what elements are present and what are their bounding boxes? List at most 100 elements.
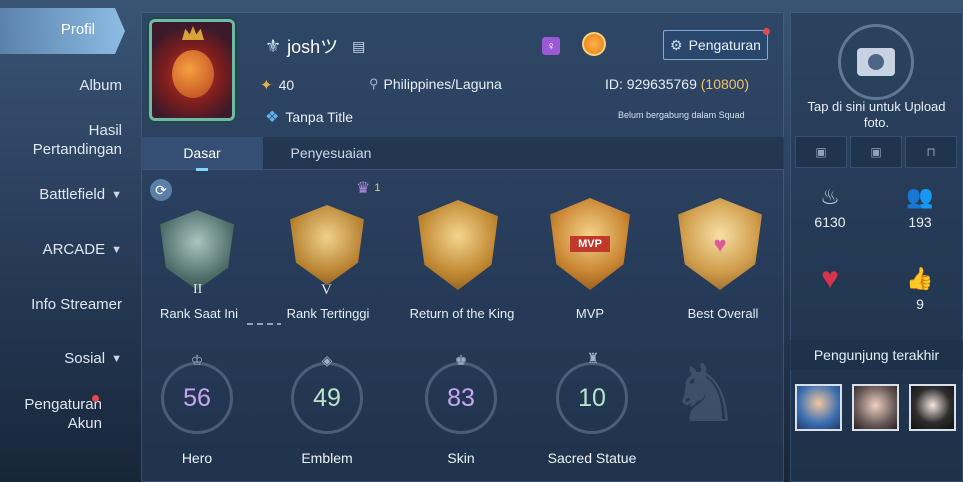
nav-item-label: Battlefield (39, 186, 106, 203)
nav-item-label: Akun (67, 415, 102, 432)
tab-penyesuaian[interactable]: Penyesuaian (271, 137, 391, 170)
likes-value: 9 (916, 296, 924, 312)
notification-dot (763, 28, 770, 35)
notification-dot (92, 395, 99, 402)
settings-button[interactable]: ⚙ Pengaturan (663, 30, 768, 60)
rank-badge-icon: ♛ (356, 180, 371, 197)
emblem-count[interactable]: 49 (291, 362, 363, 434)
settings-label: Pengaturan (688, 37, 761, 53)
friends-icon: 👥 (906, 184, 934, 209)
gear-icon: ⚙ (670, 36, 683, 53)
photo-slot-1[interactable]: ▣ (795, 136, 847, 168)
heart-icon: ♥ (713, 232, 727, 257)
nav-item-album[interactable]: Album (79, 77, 122, 94)
upload-photo-button[interactable] (838, 24, 914, 100)
visitor-avatar[interactable] (795, 384, 842, 431)
nav-item-label: Hasil (88, 122, 122, 139)
squad-status: Belum bergabung dalam Squad (618, 110, 745, 120)
stat-label: Emblem (301, 450, 353, 466)
nav-item-label: Profil (60, 21, 95, 38)
skin-count[interactable]: 83 (425, 362, 497, 434)
player-emblem-icon: ⚜ (265, 35, 282, 56)
camera-icon (857, 48, 895, 76)
location-row: ⚲ Philippines/Laguna (369, 76, 502, 92)
thumbs-up-icon: 👍 (906, 266, 934, 291)
tab-dasar[interactable]: Dasar (141, 137, 263, 171)
divider (247, 323, 281, 325)
title-text: Tanpa Title (285, 109, 354, 125)
image-icon: ▣ (815, 145, 827, 159)
rank-label: Return of the King (409, 306, 515, 321)
friends-stat[interactable]: 👥 193 (890, 184, 950, 230)
stat-label: Hero (181, 450, 213, 466)
nav-item-label: Sosial (64, 350, 106, 367)
nav-item-info-streamer[interactable]: Info Streamer (31, 296, 122, 313)
heart-stat[interactable]: ♥ (800, 262, 860, 300)
nav-item-label: Pertandingan (32, 141, 122, 158)
popularity-stat[interactable]: ♨ 6130 (800, 184, 860, 230)
rank-tier: V (321, 282, 332, 298)
location-text: Philippines/Laguna (383, 76, 502, 92)
badge-count: 1 (374, 182, 381, 194)
nav-item-label: Album (79, 77, 122, 94)
stat-label: Skin (447, 450, 475, 466)
player-id: ID: 929635769 (10800) (605, 76, 749, 92)
rank-label: MVP (575, 306, 605, 321)
rank-tier: II (193, 282, 203, 297)
nav-item-sosial[interactable]: Sosial ▼ (64, 350, 122, 367)
left-nav: Profil Album Hasil Pertandingan Battlefi… (0, 0, 132, 482)
server-id: (10800) (700, 76, 750, 92)
popularity-value: 6130 (814, 214, 846, 230)
image-icon: ▣ (870, 145, 882, 159)
title-wing-icon: ❖ (265, 109, 280, 126)
upload-hint-line: Tap di sini untuk Upload (807, 99, 946, 114)
statue-watermark-icon: ♞ (669, 349, 741, 438)
sacred-statue-count[interactable]: 10 (556, 362, 628, 434)
stat-label: Sacred Statue (547, 450, 637, 466)
friends-value: 193 (908, 214, 932, 230)
id-label: ID: 929635769 (605, 76, 697, 92)
chevron-down-icon: ▼ (111, 188, 122, 201)
visitor-avatar[interactable] (852, 384, 899, 431)
copy-icon[interactable]: ▤ (352, 38, 365, 55)
chevron-down-icon: ▼ (111, 243, 122, 256)
nav-item-label: Pengaturan (24, 396, 102, 413)
refresh-icon[interactable]: ⟳ (150, 179, 172, 201)
nav-item-profil[interactable]: Profil (0, 8, 125, 54)
hero-portrait (172, 50, 214, 98)
badge-icon[interactable] (582, 32, 606, 56)
rank-label: Rank Saat Ini (159, 306, 239, 321)
level-row: ✦ 40 (260, 76, 294, 94)
username-row: ⚜ joshツ ▤ (265, 33, 365, 59)
nav-item-arcade[interactable]: ARCADE ▼ (43, 241, 122, 258)
likes-stat[interactable]: 👍 9 (890, 266, 950, 312)
location-pin-icon: ⚲ (369, 76, 379, 91)
username: joshツ (287, 37, 339, 57)
upload-hint[interactable]: Tap di sini untuk Upload foto. (790, 99, 963, 131)
photo-slot-3[interactable]: ⊓ (905, 136, 957, 168)
nav-item-hasil-pertandingan[interactable]: Hasil Pertandingan (33, 122, 122, 158)
nav-item-battlefield[interactable]: Battlefield ▼ (39, 186, 122, 203)
nav-item-label: ARCADE (42, 241, 106, 258)
heart-icon: ♥ (821, 262, 839, 295)
top-rank-badge: ♛ 1 (356, 178, 380, 198)
nav-item-label: Info Streamer (31, 296, 122, 313)
avatar[interactable] (149, 19, 235, 121)
nav-item-pengaturan-akun[interactable]: Pengaturan Akun (24, 396, 102, 432)
rank-label: Best Overall (687, 306, 759, 321)
title-row[interactable]: ❖ Tanpa Title (265, 107, 353, 127)
recent-visitors-heading: Pengunjung terakhir (790, 340, 963, 370)
hero-count[interactable]: 56 (161, 362, 233, 434)
crown-icon (182, 26, 204, 40)
level-icon: ✦ (260, 77, 273, 94)
mvp-banner: MVP (570, 236, 610, 252)
photo-slot-2[interactable]: ▣ (850, 136, 902, 168)
lock-icon: ⊓ (926, 145, 936, 159)
upload-hint-line: foto. (863, 115, 890, 130)
flame-icon: ♨ (820, 184, 840, 209)
female-icon: ♀ (542, 37, 560, 55)
chevron-down-icon: ▼ (111, 352, 122, 365)
visitor-avatar[interactable] (909, 384, 956, 431)
tab-bar: Dasar Penyesuaian (141, 137, 784, 171)
level-value: 40 (278, 77, 295, 93)
